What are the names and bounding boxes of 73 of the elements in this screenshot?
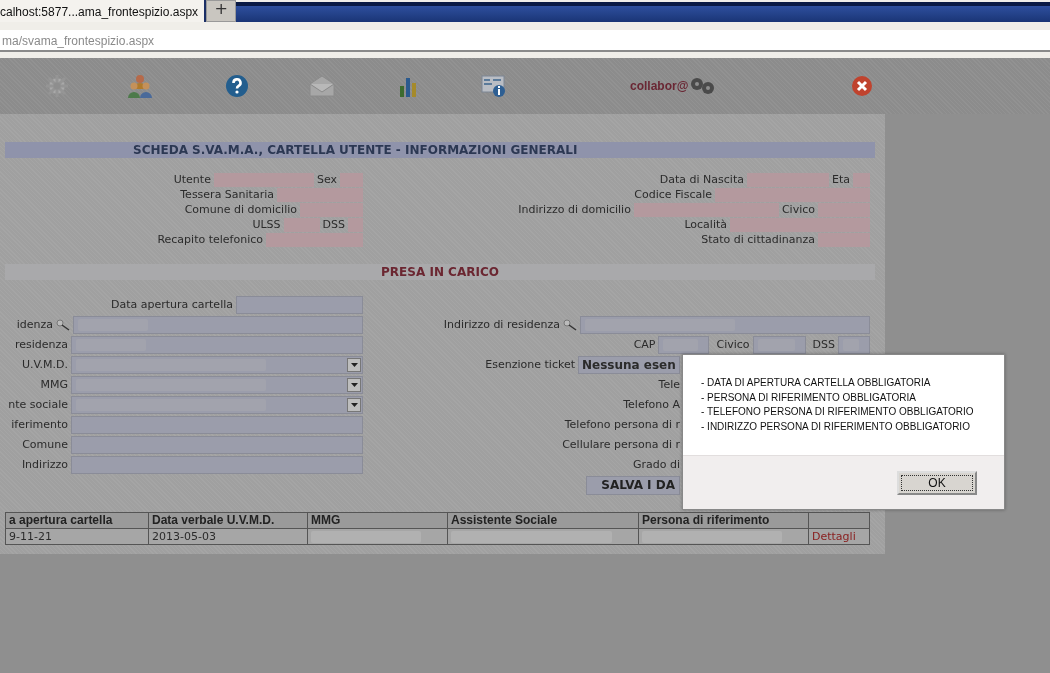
save-button[interactable]: SALVA I DA [586, 475, 680, 495]
field-label: DSS [322, 217, 345, 232]
field-label: Tele [658, 376, 680, 393]
field-label: ULSS [252, 217, 281, 232]
column-header: MMG [307, 512, 448, 529]
field-label: Recapito telefonico [157, 232, 263, 247]
field-label: DSS [812, 336, 835, 353]
field-label: iferimento [11, 416, 68, 433]
field-label: Esenzione ticket [485, 356, 575, 373]
field-label: Indirizzo di residenza [443, 316, 560, 333]
section-title: PRESA IN CARICO [5, 264, 875, 280]
field-label: idenza [16, 316, 53, 333]
new-tab-button[interactable]: + [206, 0, 237, 22]
column-header: a apertura cartella [5, 512, 149, 529]
input-field[interactable] [71, 416, 363, 434]
info-card-icon[interactable] [481, 74, 507, 98]
column-header: Assistente Sociale [447, 512, 639, 529]
input-field[interactable] [71, 456, 363, 474]
input-field[interactable] [71, 436, 363, 454]
browser-tab[interactable]: calhost:5877...ama_frontespizio.aspx [0, 0, 207, 22]
dropdown-field[interactable]: Nessuna esen [578, 356, 680, 374]
gears-logo-icon [688, 77, 717, 95]
input-field[interactable] [658, 336, 710, 354]
input-field[interactable] [580, 316, 870, 334]
input-field[interactable] [71, 336, 363, 354]
message-text: - INDIRIZZO PERSONA DI RIFERIMENTO OBBLIGATORIO [701, 419, 971, 434]
field-label: Data apertura cartella [110, 296, 233, 313]
field-label: Telefono A [623, 396, 680, 413]
envelope-icon[interactable] [309, 75, 335, 97]
gear-icon[interactable] [45, 74, 69, 98]
field-label: Sex [316, 172, 337, 187]
input-field[interactable] [236, 296, 363, 314]
search-icon[interactable] [56, 319, 70, 331]
search-icon[interactable] [563, 319, 577, 331]
field-label: Utente [173, 172, 211, 187]
field-label: residenza [14, 336, 68, 353]
field-label: Indirizzo [21, 456, 68, 473]
field-label: Grado di [632, 456, 680, 473]
ok-button[interactable]: OK [897, 470, 977, 495]
logo-text: collabor@ [630, 78, 689, 95]
address-bar[interactable]: ma/svama_frontespizio.aspx [0, 30, 1050, 52]
field-label: MMG [40, 376, 68, 393]
dropdown-field[interactable] [71, 376, 363, 394]
people-icon[interactable] [127, 73, 153, 99]
field-label: Eta [832, 172, 850, 187]
column-header: Persona di riferimento [638, 512, 809, 529]
field-label: Località [684, 217, 727, 232]
input-field[interactable] [73, 316, 363, 334]
section-title: SCHEDA S.VA.M.A., CARTELLA UTENTE - INFORMAZIONI GENERALI [5, 142, 875, 158]
help-icon[interactable] [225, 74, 249, 98]
column-header: Data verbale U.V.M.D. [148, 512, 308, 529]
field-label: nte sociale [8, 396, 68, 413]
dropdown-field[interactable] [71, 396, 363, 414]
message-text: - TELEFONO PERSONA DI RIFERIMENTO OBBLIGATORIO [701, 405, 975, 419]
field-label: Comune [22, 436, 68, 453]
field-label: Civico [716, 336, 750, 353]
field-label: Comune di domicilio [184, 202, 297, 217]
field-label: Stato di cittadinanza [701, 232, 815, 247]
field-label: Tessera Sanitaria [180, 187, 274, 202]
input-field[interactable] [838, 336, 870, 354]
field-label: Civico [781, 202, 815, 217]
input-field[interactable] [752, 336, 806, 354]
dropdown-field[interactable] [71, 356, 363, 374]
field-label: Codice Fiscale [634, 187, 712, 202]
field-label: Telefono persona di r [564, 416, 680, 433]
field-label: Cellulare persona di r [562, 436, 680, 453]
field-label: CAP [633, 336, 656, 353]
field-label: U.V.M.D. [21, 356, 68, 373]
field-label: Indirizzo di domicilio [518, 202, 631, 217]
close-icon[interactable] [851, 75, 874, 97]
field-label: Data di Nascita [659, 172, 744, 187]
message-text: - PERSONA DI RIFERIMENTO OBBLIGATORIA [701, 390, 918, 405]
message-text: - DATA DI APERTURA CARTELLA OBBLIGATORIA [701, 376, 932, 390]
